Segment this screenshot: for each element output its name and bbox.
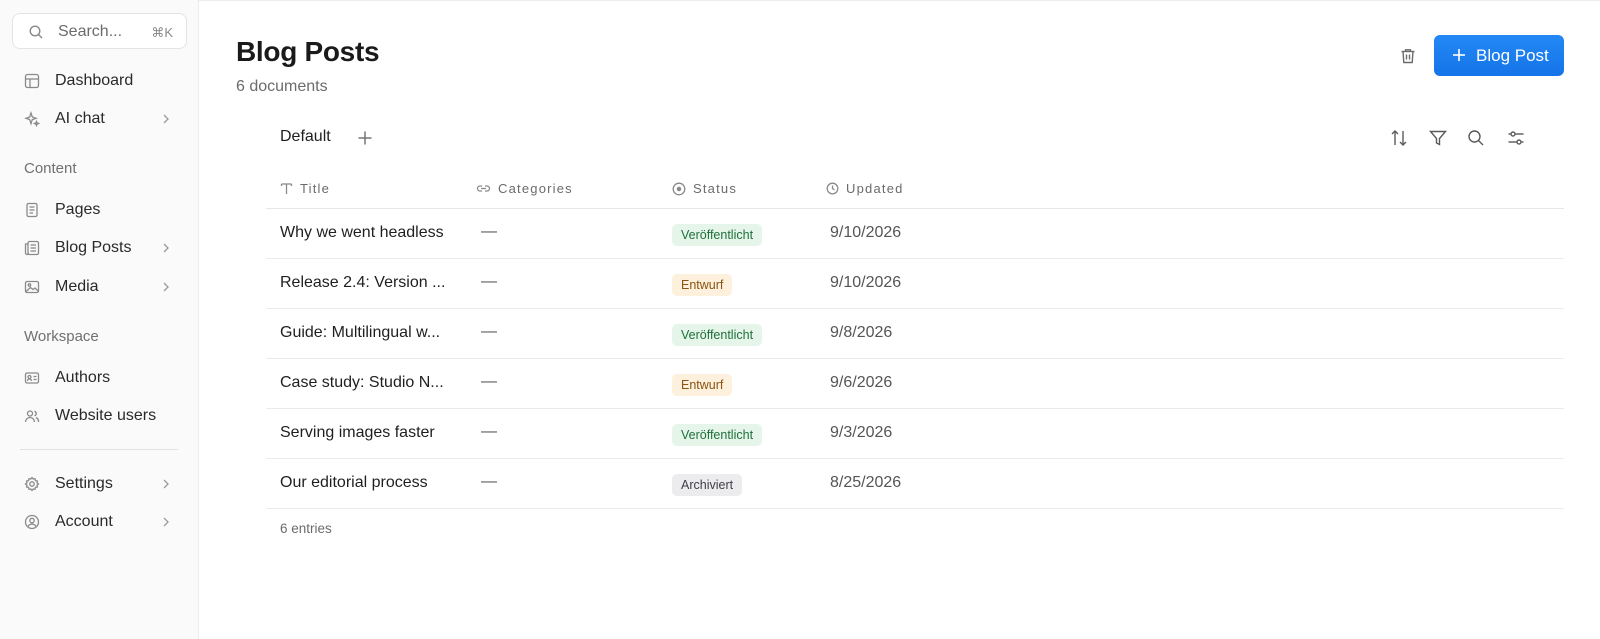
sidebar-item-label: Settings bbox=[55, 475, 113, 492]
newspaper-icon bbox=[24, 240, 40, 256]
status-circle-icon bbox=[672, 182, 686, 195]
search-icon[interactable] bbox=[1466, 128, 1486, 148]
table-row[interactable]: Our editorial process — Archiviert 8/25/… bbox=[266, 459, 1564, 509]
link-icon bbox=[476, 185, 491, 192]
cell-categories: — bbox=[481, 373, 497, 390]
users-icon bbox=[24, 410, 40, 423]
cell-updated: 9/10/2026 bbox=[830, 274, 902, 291]
layout-icon bbox=[24, 73, 40, 89]
section-label-content: Content bbox=[24, 160, 77, 177]
delete-button[interactable] bbox=[1396, 44, 1420, 68]
table-row[interactable]: Case study: Studio N... — Entwurf 9/6/20… bbox=[266, 359, 1564, 409]
cell-title: Case study: Studio N... bbox=[280, 374, 444, 391]
cell-updated: 9/8/2026 bbox=[830, 324, 893, 341]
section-label-workspace: Workspace bbox=[24, 328, 99, 345]
new-button-label: Blog Post bbox=[1476, 46, 1549, 65]
status-badge: Entwurf bbox=[672, 274, 733, 296]
sparkles-icon bbox=[24, 111, 40, 127]
sidebar-item-pages[interactable]: Pages bbox=[12, 193, 187, 227]
filter-icon[interactable] bbox=[1428, 128, 1448, 148]
sidebar-item-blog-posts[interactable]: Blog Posts bbox=[12, 231, 187, 265]
cell-title: Our editorial process bbox=[280, 474, 428, 491]
sidebar-item-dashboard[interactable]: Dashboard bbox=[12, 64, 187, 98]
chevron-right-icon bbox=[163, 517, 169, 527]
page-title: Blog Posts bbox=[236, 36, 380, 67]
sidebar-item-label: Dashboard bbox=[55, 72, 134, 89]
search-placeholder: Search... bbox=[58, 23, 123, 40]
sort-icon[interactable] bbox=[1389, 128, 1409, 148]
table-row[interactable]: Release 2.4: Version ... — Entwurf 9/10/… bbox=[266, 259, 1564, 309]
column-header-label: Updated bbox=[846, 181, 904, 196]
status-badge: Archiviert bbox=[672, 474, 743, 496]
cell-categories: — bbox=[481, 423, 497, 440]
sidebar-item-label: AI chat bbox=[55, 110, 105, 127]
search-shortcut: ⌘K bbox=[151, 25, 173, 40]
sidebar-item-media[interactable]: Media bbox=[12, 270, 187, 304]
id-card-icon bbox=[24, 372, 40, 384]
sidebar-item-account[interactable]: Account bbox=[12, 505, 187, 539]
chevron-right-icon bbox=[163, 243, 169, 253]
sidebar-item-label: Media bbox=[55, 278, 99, 295]
cell-updated: 9/6/2026 bbox=[830, 374, 893, 391]
chevron-right-icon bbox=[163, 479, 169, 489]
new-blog-post-button[interactable]: Blog Post bbox=[1434, 35, 1564, 76]
column-header-categories[interactable]: Categories bbox=[476, 181, 573, 196]
sidebar-item-authors[interactable]: Authors bbox=[12, 361, 187, 395]
tab-default-view[interactable]: Default bbox=[280, 128, 331, 146]
sidebar-item-label: Blog Posts bbox=[55, 239, 132, 256]
column-header-updated[interactable]: Updated bbox=[826, 181, 904, 196]
cell-categories: — bbox=[481, 323, 497, 340]
table-row[interactable]: Serving images faster — Veröffentlicht 9… bbox=[266, 409, 1564, 459]
cell-categories: — bbox=[481, 473, 497, 490]
column-header-status[interactable]: Status bbox=[672, 181, 737, 196]
cell-title: Release 2.4: Version ... bbox=[280, 274, 446, 291]
file-icon bbox=[26, 202, 38, 218]
text-type-icon bbox=[280, 183, 293, 194]
add-view-icon[interactable] bbox=[357, 130, 373, 146]
column-header-label: Title bbox=[300, 181, 331, 196]
status-badge: Entwurf bbox=[672, 374, 733, 396]
cell-updated: 8/25/2026 bbox=[830, 474, 902, 491]
trash-icon bbox=[1401, 49, 1415, 64]
sidebar-item-ai-chat[interactable]: AI chat bbox=[12, 102, 187, 136]
sidebar-item-label: Account bbox=[55, 513, 113, 530]
column-header-label: Status bbox=[693, 181, 738, 196]
column-header-title[interactable]: Title bbox=[280, 181, 330, 196]
search-icon bbox=[29, 25, 43, 39]
sidebar-item-label: Website users bbox=[55, 407, 157, 424]
chevron-right-icon bbox=[163, 282, 169, 292]
gear-icon bbox=[24, 476, 40, 492]
sidebar-item-website-users[interactable]: Website users bbox=[12, 399, 187, 433]
user-circle-icon bbox=[24, 514, 40, 530]
cell-title: Guide: Multilingual w... bbox=[280, 324, 441, 341]
cell-updated: 9/10/2026 bbox=[830, 224, 902, 241]
cell-title: Serving images faster bbox=[280, 424, 435, 441]
entries-count: 6 entries bbox=[280, 521, 332, 536]
table-header: Title Categories Status Updated bbox=[266, 170, 1564, 209]
table-row[interactable]: Why we went headless — Veröffentlicht 9/… bbox=[266, 209, 1564, 259]
settings-sliders-icon[interactable] bbox=[1506, 128, 1526, 148]
document-count: 6 documents bbox=[236, 78, 328, 95]
cell-updated: 9/3/2026 bbox=[830, 424, 893, 441]
clock-icon bbox=[826, 182, 839, 195]
column-header-label: Categories bbox=[498, 181, 573, 196]
status-badge: Veröffentlicht bbox=[672, 224, 763, 246]
sidebar-item-label: Authors bbox=[55, 369, 111, 386]
cell-title: Why we went headless bbox=[280, 224, 444, 241]
status-badge: Veröffentlicht bbox=[672, 324, 763, 346]
cell-categories: — bbox=[481, 223, 497, 240]
image-icon bbox=[24, 280, 40, 294]
table-row[interactable]: Guide: Multilingual w... — Veröffentlich… bbox=[266, 309, 1564, 359]
search-box[interactable]: Search... ⌘K bbox=[12, 13, 187, 49]
sidebar-item-settings[interactable]: Settings bbox=[12, 467, 187, 501]
chevron-right-icon bbox=[163, 114, 169, 124]
main-content: Blog Posts 6 documents Blog Post Default… bbox=[200, 0, 1600, 639]
sidebar: Search... ⌘K Dashboard AI chat Content P… bbox=[0, 0, 199, 639]
sidebar-item-label: Pages bbox=[55, 201, 101, 218]
plus-icon bbox=[1453, 49, 1465, 61]
sidebar-divider bbox=[20, 449, 178, 450]
cell-categories: — bbox=[481, 273, 497, 290]
status-badge: Veröffentlicht bbox=[672, 424, 763, 446]
